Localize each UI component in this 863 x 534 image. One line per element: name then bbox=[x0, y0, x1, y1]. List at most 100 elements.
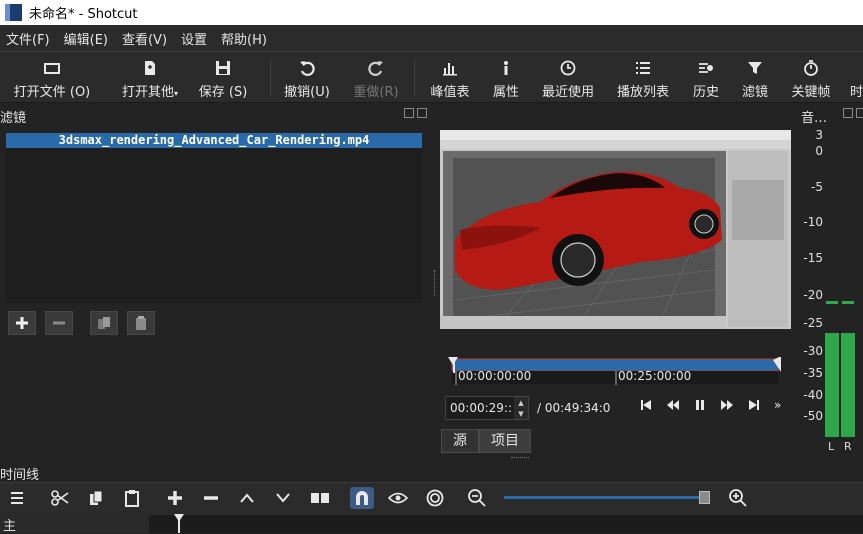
video-preview[interactable] bbox=[440, 130, 791, 329]
history-icon bbox=[698, 58, 714, 77]
tab-source[interactable]: 源 bbox=[441, 429, 479, 453]
zoom-slider-track[interactable] bbox=[504, 496, 704, 499]
open-file-button[interactable]: 打开文件 (O) bbox=[10, 58, 94, 102]
player-resize-handle[interactable] bbox=[511, 457, 529, 459]
scrubber[interactable]: 00:00:00:00 00:25:00:00 bbox=[448, 356, 782, 385]
zoom-out-icon[interactable] bbox=[465, 487, 489, 509]
spinner-up-icon[interactable]: ▲ bbox=[518, 399, 523, 407]
timeline-panel-title: 时间线 bbox=[0, 468, 40, 483]
copy-icon[interactable] bbox=[84, 487, 108, 509]
cut-icon[interactable] bbox=[48, 487, 72, 509]
copy-filter-button[interactable] bbox=[90, 311, 118, 335]
menu-icon[interactable] bbox=[5, 487, 29, 509]
rewind-icon[interactable] bbox=[666, 399, 680, 411]
pause-icon[interactable] bbox=[694, 399, 706, 411]
splitter-handle[interactable] bbox=[434, 270, 437, 296]
overwrite-icon[interactable] bbox=[271, 487, 295, 509]
redo-button[interactable]: 重做(R) bbox=[351, 58, 401, 102]
menu-help[interactable]: 帮助(H) bbox=[215, 29, 275, 48]
skip-next-icon[interactable] bbox=[748, 399, 760, 411]
folder-open-icon bbox=[44, 58, 60, 77]
timecode-spinner[interactable]: ▲ ▼ bbox=[514, 397, 528, 419]
current-timecode: 00:00:29:: bbox=[450, 401, 512, 415]
selected-clip-row[interactable]: 3dsmax_rendering_Advanced_Car_Rendering.… bbox=[6, 133, 422, 148]
open-other-icon bbox=[142, 58, 158, 77]
menu-view[interactable]: 查看(V) bbox=[116, 29, 175, 48]
zoom-slider-handle[interactable] bbox=[699, 491, 710, 504]
duration-label: / 00:49:34:0 bbox=[537, 401, 611, 415]
tab-project[interactable]: 项目 bbox=[479, 429, 531, 453]
right-level-bar bbox=[841, 333, 855, 437]
save-label: 保存 (S) bbox=[198, 85, 248, 100]
spinner-down-icon[interactable]: ▼ bbox=[518, 410, 523, 418]
scrub-eye-icon[interactable] bbox=[386, 487, 410, 509]
skip-previous-icon[interactable] bbox=[640, 399, 652, 411]
left-channel-label: L bbox=[828, 440, 835, 453]
ripple-target-icon[interactable] bbox=[423, 487, 447, 509]
append-icon[interactable] bbox=[163, 487, 187, 509]
add-filter-button[interactable] bbox=[8, 311, 36, 335]
keyframes-label: 关键帧 bbox=[791, 85, 831, 100]
clock-icon bbox=[560, 58, 576, 77]
shotcut-app-icon bbox=[5, 4, 22, 21]
redo-icon bbox=[368, 58, 384, 77]
right-channel-label: R bbox=[844, 440, 852, 453]
scale-tick: -15 bbox=[803, 251, 823, 265]
close-icon[interactable] bbox=[417, 108, 427, 118]
close-icon[interactable] bbox=[856, 108, 863, 118]
scale-tick: -40 bbox=[803, 388, 823, 402]
undo-button[interactable]: 撤销(U) bbox=[282, 58, 332, 102]
redo-label: 重做(R) bbox=[353, 85, 399, 100]
filter-list[interactable]: 3dsmax_rendering_Advanced_Car_Rendering.… bbox=[6, 133, 422, 303]
more-controls-icon[interactable]: » bbox=[774, 398, 781, 412]
timeline-toolbar-label: 时 bbox=[850, 85, 863, 100]
main-toolbar: 打开文件 (O) 打开其他▾ 保存 (S) 撤销(U) 重做(R) 峰值表 属性… bbox=[0, 51, 863, 103]
timeline-ruler[interactable] bbox=[149, 515, 863, 533]
timeline-button[interactable]: 时 bbox=[850, 58, 863, 102]
scale-tick: -35 bbox=[803, 366, 823, 380]
peak-meter-button[interactable]: 峰值表 bbox=[428, 58, 472, 102]
recent-label: 最近使用 bbox=[541, 85, 594, 100]
left-peak-marker bbox=[826, 301, 838, 304]
keyframes-button[interactable]: 关键帧 bbox=[789, 58, 833, 102]
fast-forward-icon[interactable] bbox=[720, 399, 734, 411]
recent-button[interactable]: 最近使用 bbox=[540, 58, 596, 102]
open-other-button[interactable]: 打开其他▾ bbox=[117, 58, 183, 102]
playhead-icon[interactable] bbox=[174, 514, 184, 533]
split-icon[interactable] bbox=[308, 487, 332, 509]
open-file-label: 打开文件 (O) bbox=[13, 85, 91, 100]
peak-meter-label: 峰值表 bbox=[430, 85, 470, 100]
plus-icon bbox=[16, 317, 28, 329]
playlist-button[interactable]: 播放列表 bbox=[614, 58, 672, 102]
menu-edit[interactable]: 编辑(E) bbox=[58, 29, 116, 48]
copy-icon bbox=[98, 317, 110, 329]
menu-file[interactable]: 文件(F) bbox=[0, 29, 58, 48]
paste-filter-button[interactable] bbox=[127, 311, 155, 335]
menu-settings[interactable]: 设置 bbox=[175, 29, 215, 48]
scale-tick: -5 bbox=[811, 180, 823, 194]
save-button[interactable]: 保存 (S) bbox=[193, 58, 253, 102]
float-icon[interactable] bbox=[843, 108, 853, 118]
list-icon bbox=[635, 58, 651, 77]
filters-label: 滤镜 bbox=[741, 85, 768, 100]
remove-icon[interactable] bbox=[199, 487, 223, 509]
properties-button[interactable]: 属性 bbox=[490, 58, 522, 102]
scale-tick: -50 bbox=[803, 409, 823, 423]
open-other-label: 打开其他▾ bbox=[121, 85, 179, 100]
filters-button[interactable]: 滤镜 bbox=[740, 58, 770, 102]
snap-magnet-icon[interactable] bbox=[350, 487, 374, 509]
ruler-start-label: 00:00:00:00 bbox=[458, 369, 532, 383]
window-title: 未命名* - Shotcut bbox=[29, 7, 138, 22]
remove-filter-button[interactable] bbox=[45, 311, 73, 335]
zoom-in-icon[interactable] bbox=[726, 487, 750, 509]
menu-bar: 文件(F) 编辑(E) 查看(V) 设置 帮助(H) bbox=[0, 25, 863, 51]
lift-icon[interactable] bbox=[235, 487, 259, 509]
paste-icon[interactable] bbox=[120, 487, 144, 509]
funnel-icon bbox=[747, 58, 763, 77]
track-name: 主 bbox=[3, 519, 17, 534]
float-icon[interactable] bbox=[404, 108, 414, 118]
video-frame bbox=[440, 130, 791, 329]
history-button[interactable]: 历史 bbox=[690, 58, 722, 102]
player-tabs: 源 项目 bbox=[441, 429, 531, 453]
scale-tick: 3 bbox=[815, 128, 823, 142]
